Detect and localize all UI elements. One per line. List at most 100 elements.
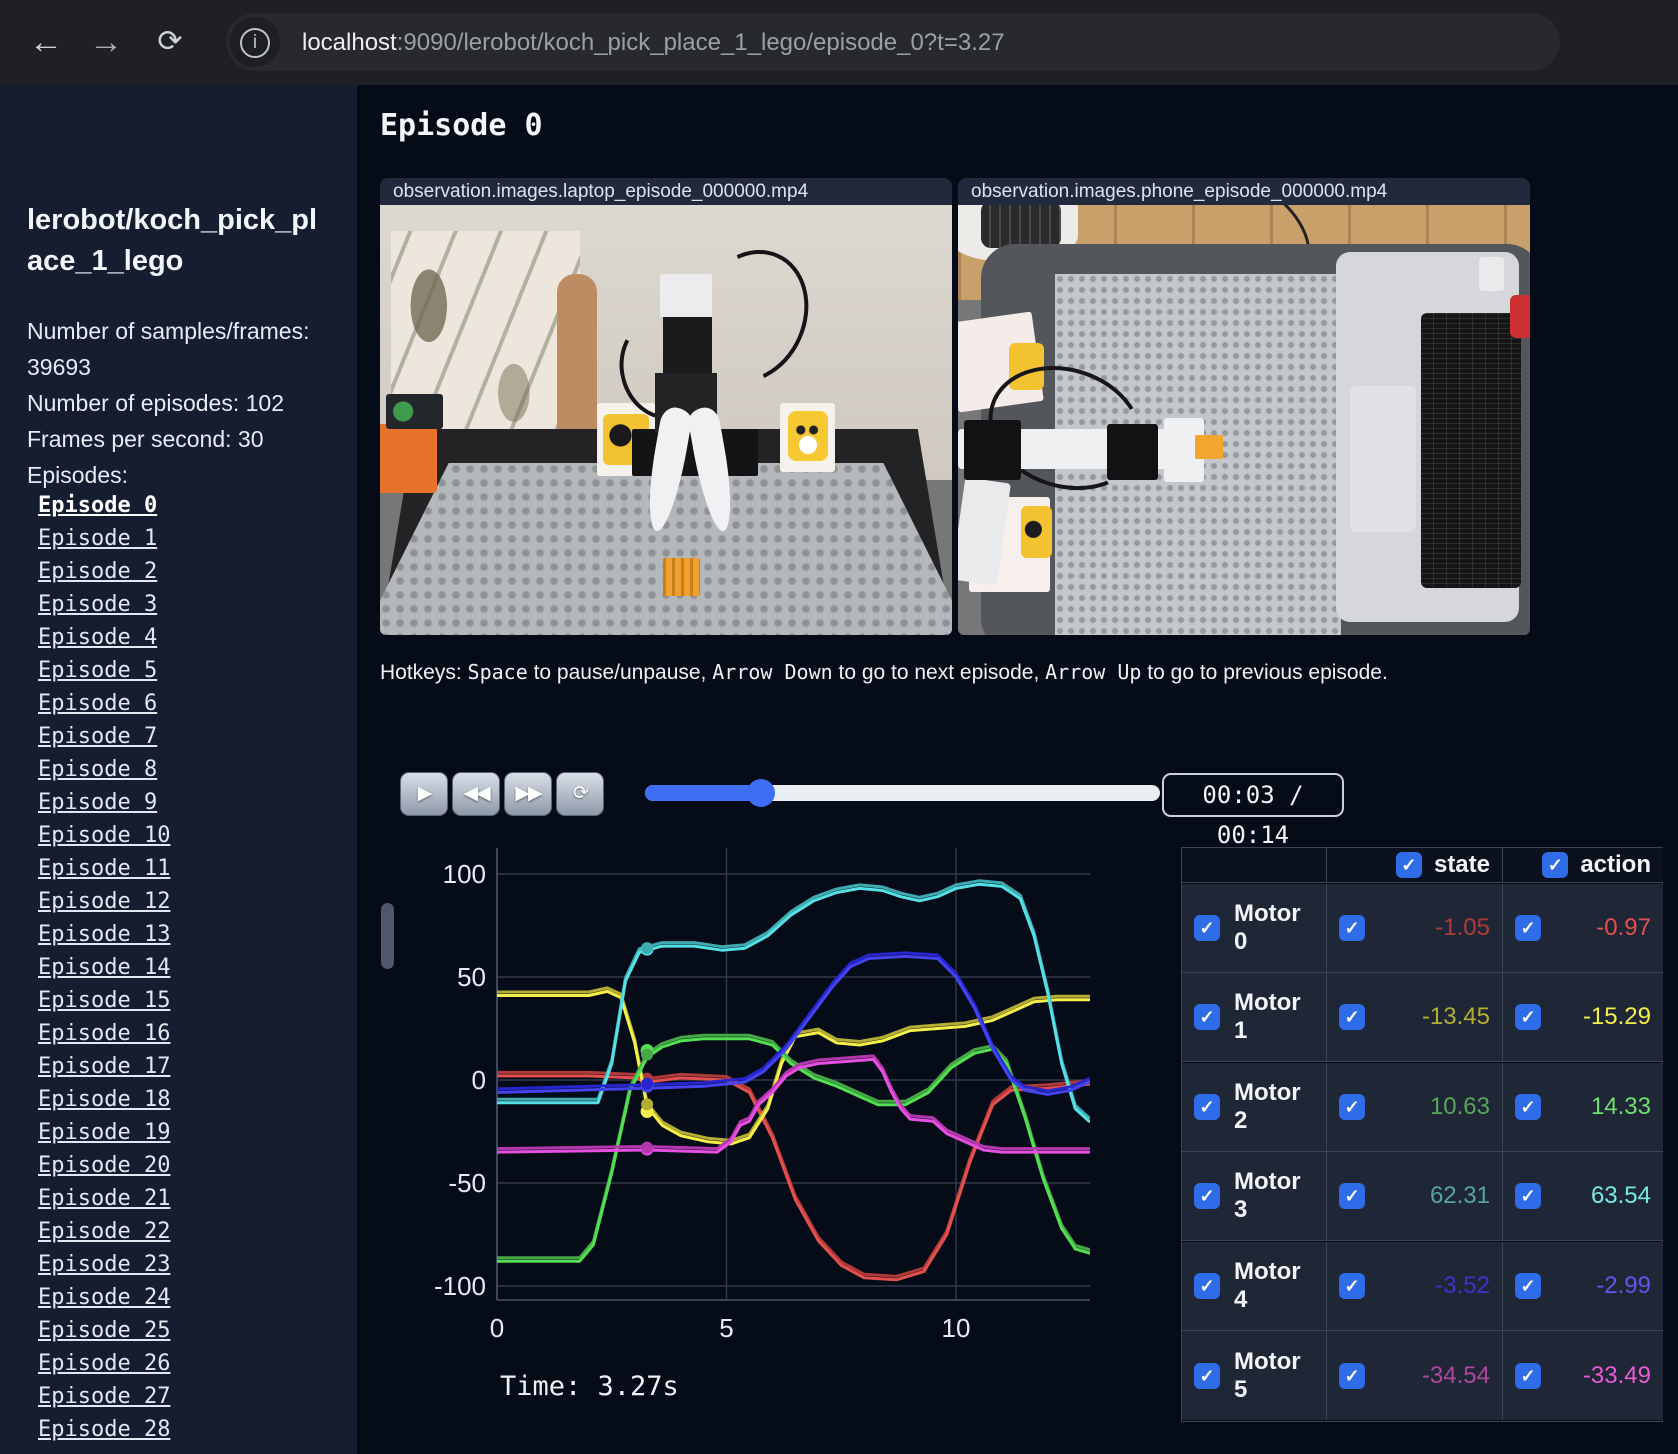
table-row-label-cell: ✓ Motor 0 [1182, 883, 1327, 973]
seek-slider-fill [645, 785, 761, 801]
video-phone[interactable] [958, 205, 1530, 635]
url-host: localhost [302, 29, 397, 56]
seek-slider-thumb[interactable] [746, 779, 775, 807]
sidebar-episode-link[interactable]: Episode 2 [38, 555, 338, 588]
circuit-board [385, 394, 443, 429]
checkbox-state[interactable]: ✓ [1339, 1183, 1365, 1210]
play-button[interactable]: ▶ [400, 772, 448, 816]
sidebar-episode-link[interactable]: Episode 9 [38, 786, 338, 819]
chart-time-label: Time: 3.27s [500, 1371, 679, 1402]
browser-back-icon[interactable]: ← [24, 20, 68, 64]
device [980, 205, 1061, 248]
checkbox-motor[interactable]: ✓ [1194, 914, 1220, 941]
sidebar-episode-link[interactable]: Episode 26 [38, 1347, 338, 1380]
sidebar-episode-link[interactable]: Episode 11 [38, 852, 338, 885]
table-row-label-cell: ✓ Motor 5 [1182, 1331, 1327, 1421]
current-time-marker [641, 1048, 654, 1061]
motor-timeseries-chart[interactable]: 100500-50-1000 5 10Time: 3.27s [420, 845, 1110, 1423]
seek-slider[interactable] [645, 779, 1160, 807]
checkbox-state[interactable]: ✓ [1339, 1093, 1365, 1120]
fast-forward-button[interactable]: ▶▶ [504, 772, 552, 816]
table-row-label-cell: ✓ Motor 3 [1182, 1152, 1327, 1242]
sidebar-episode-link[interactable]: Episode 14 [38, 951, 338, 984]
checkbox-motor[interactable]: ✓ [1194, 1272, 1220, 1299]
sidebar-episode-link[interactable]: Episode 1 [38, 522, 338, 555]
video-panel-phone[interactable]: observation.images.phone_episode_000000.… [958, 178, 1530, 635]
sidebar-episode-link[interactable]: Episode 7 [38, 720, 338, 753]
sidebar-episode-link[interactable]: Episode 6 [38, 687, 338, 720]
loop-button[interactable]: ⟳ [556, 772, 604, 816]
action-value: -15.29 [1582, 1003, 1651, 1031]
checkbox-action[interactable]: ✓ [1515, 914, 1541, 941]
robot-body [663, 316, 712, 373]
checkbox-state[interactable]: ✓ [1339, 1004, 1365, 1031]
checkbox-motor[interactable]: ✓ [1194, 1362, 1220, 1389]
sidebar-episode-link[interactable]: Episode 8 [38, 753, 338, 786]
action-value: -33.49 [1582, 1361, 1651, 1389]
sidebar-episode-link[interactable]: Episode 25 [38, 1314, 338, 1347]
checkbox-state[interactable]: ✓ [1339, 1362, 1365, 1389]
table-header-action: ✓ action [1503, 848, 1663, 883]
sidebar-episode-link[interactable]: Episode 23 [38, 1248, 338, 1281]
sidebar-episode-link[interactable]: Episode 10 [38, 819, 338, 852]
table-state-cell: ✓ -34.54 [1327, 1331, 1503, 1421]
sidebar-episode-link[interactable]: Episode 0 [38, 489, 338, 522]
rewind-button[interactable]: ◀◀ [452, 772, 500, 816]
y-tick-label: -100 [434, 1271, 486, 1301]
video-panel-laptop[interactable]: observation.images.laptop_episode_000000… [380, 178, 952, 635]
checkbox-motor[interactable]: ✓ [1194, 1183, 1220, 1210]
checkbox-action[interactable]: ✓ [1515, 1004, 1541, 1031]
sidebar-episode-link[interactable]: Episode 27 [38, 1380, 338, 1413]
sidebar-episode-link[interactable]: Episode 28 [38, 1413, 338, 1446]
browser-reload-icon[interactable]: ⟳ [148, 20, 192, 64]
checkbox-state-all[interactable]: ✓ [1395, 852, 1422, 878]
sidebar-episode-link[interactable]: Episode 15 [38, 984, 338, 1017]
site-info-icon[interactable]: i [230, 17, 280, 67]
dataset-info-line: Frames per second: 30 [27, 426, 264, 452]
y-tick-label: 0 [472, 1065, 486, 1095]
action-value: -0.97 [1596, 913, 1651, 941]
table-action-cell: ✓ 14.33 [1503, 1062, 1663, 1152]
sidebar-episode-link[interactable]: Episode 20 [38, 1149, 338, 1182]
sidebar-episode-link[interactable]: Episode 24 [38, 1281, 338, 1314]
video-laptop[interactable] [380, 205, 952, 635]
sidebar-episode-link[interactable]: Episode 21 [38, 1182, 338, 1215]
hotkey-key: Space [467, 660, 528, 684]
checkbox-motor[interactable]: ✓ [1194, 1093, 1220, 1120]
y-tick-label: 50 [457, 962, 486, 992]
orange-part [380, 424, 438, 494]
time-display: 00:03 / 00:14 [1162, 773, 1344, 849]
sidebar-episode-link[interactable]: Episode 5 [38, 654, 338, 687]
column-label: state [1433, 851, 1490, 878]
sidebar-episode-link[interactable]: Episode 18 [38, 1083, 338, 1116]
laptop-trackpad [1349, 385, 1416, 532]
browser-forward-icon[interactable]: → [84, 20, 128, 64]
sidebar-episode-link[interactable]: Episode 17 [38, 1050, 338, 1083]
sidebar-episode-link[interactable]: Episode 13 [38, 918, 338, 951]
checkbox-state[interactable]: ✓ [1339, 914, 1365, 941]
sidebar-episode-link[interactable]: Episode 16 [38, 1017, 338, 1050]
sidebar-episode-link[interactable]: Episode 19 [38, 1116, 338, 1149]
motor-label: Motor 0 [1234, 899, 1301, 955]
table-row-label-cell: ✓ Motor 4 [1182, 1241, 1327, 1331]
play-icon: ▶ [417, 783, 433, 804]
action-value: -2.99 [1596, 1271, 1651, 1299]
checkbox-action-all[interactable]: ✓ [1542, 852, 1569, 878]
current-time-marker [641, 1098, 654, 1111]
checkbox-action[interactable]: ✓ [1515, 1183, 1541, 1210]
sidebar-episode-link[interactable]: Episode 12 [38, 885, 338, 918]
checkbox-action[interactable]: ✓ [1515, 1272, 1541, 1299]
sidebar-episode-link[interactable]: Episode 3 [38, 588, 338, 621]
checkbox-state[interactable]: ✓ [1339, 1272, 1365, 1299]
sidebar-episode-link[interactable]: Episode 4 [38, 621, 338, 654]
sidebar-scrollbar-thumb[interactable] [381, 903, 394, 969]
dataset-info-line: Number of samples/frames: 39693 [27, 318, 310, 380]
column-label: action [1580, 851, 1651, 878]
x-tick-label: 5 [719, 1313, 733, 1343]
motor-table: ✓ state ✓ action ✓ Motor 0 ✓ -1.05 ✓ -0.97 ✓ Motor … [1181, 847, 1663, 1422]
checkbox-action[interactable]: ✓ [1515, 1093, 1541, 1120]
sidebar-episode-link[interactable]: Episode 22 [38, 1215, 338, 1248]
state-value: -13.45 [1421, 1003, 1490, 1031]
checkbox-motor[interactable]: ✓ [1194, 1004, 1220, 1031]
checkbox-action[interactable]: ✓ [1515, 1362, 1541, 1389]
